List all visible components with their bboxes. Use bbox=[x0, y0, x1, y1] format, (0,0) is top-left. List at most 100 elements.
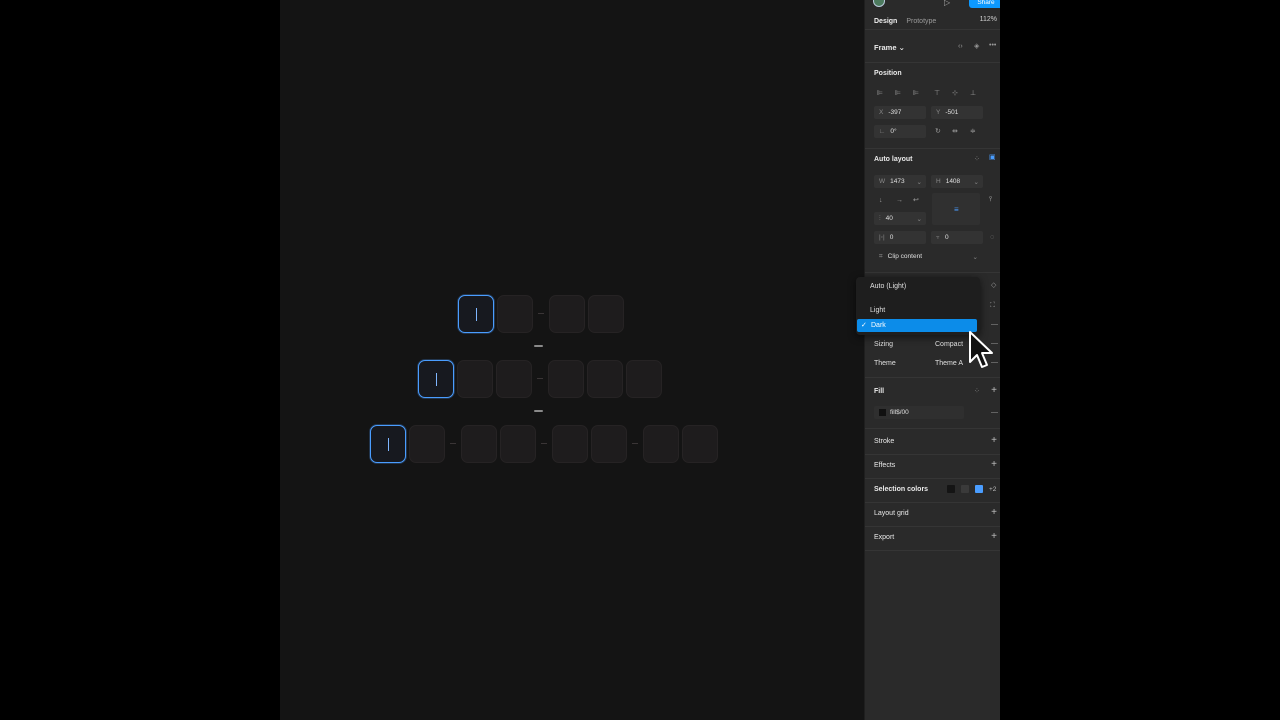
styles-icon[interactable]: ⁘ bbox=[974, 388, 980, 396]
gap-field[interactable]: ⫶ 40 ⌄ bbox=[874, 212, 926, 225]
tab-prototype[interactable]: Prototype bbox=[906, 18, 936, 25]
dropdown-item-light[interactable]: Light bbox=[856, 304, 976, 317]
design-canvas[interactable] bbox=[280, 0, 864, 720]
independent-padding-icon[interactable]: ◌ bbox=[990, 234, 994, 242]
dropdown-item-auto[interactable]: Auto (Light) bbox=[856, 280, 976, 293]
otp-cell[interactable] bbox=[643, 425, 679, 463]
flip-horizontal-icon[interactable]: ⇹ bbox=[952, 128, 958, 136]
rotation-field[interactable]: ∟ 0° bbox=[874, 125, 926, 138]
selection-colors-more[interactable]: +2 bbox=[989, 486, 996, 493]
variable-icon[interactable]: ◇ bbox=[991, 282, 996, 290]
padding-horizontal-field[interactable]: |◦| 0 bbox=[874, 231, 926, 244]
frame-header: Frame ⌄ bbox=[865, 41, 1000, 53]
selection-swatch[interactable] bbox=[975, 485, 983, 493]
add-stroke-icon[interactable]: + bbox=[991, 436, 997, 446]
otp-separator bbox=[535, 360, 545, 398]
clip-content-label: Clip content bbox=[887, 253, 922, 260]
y-key: Y bbox=[936, 109, 941, 116]
otp-cell[interactable] bbox=[457, 360, 493, 398]
align-left-icon[interactable]: ⊫ bbox=[877, 90, 883, 98]
align-bottom-icon[interactable]: ⊥ bbox=[970, 90, 976, 98]
otp-cell-active[interactable] bbox=[370, 425, 406, 463]
section-divider bbox=[865, 428, 1000, 429]
otp-cell[interactable] bbox=[682, 425, 718, 463]
otp-cell-active[interactable] bbox=[418, 360, 454, 398]
clip-content-select[interactable]: ⌗ Clip content ⌄ bbox=[874, 250, 982, 263]
direction-vertical-icon[interactable]: ↓ bbox=[879, 197, 883, 205]
more-icon[interactable]: ••• bbox=[989, 42, 996, 50]
otp-cell-active[interactable] bbox=[458, 295, 494, 333]
alignment-grid[interactable]: ≡ bbox=[932, 193, 980, 225]
alignment-center-icon: ≡ bbox=[954, 205, 959, 214]
theme-label: Theme bbox=[874, 360, 896, 367]
share-button[interactable]: Share bbox=[969, 0, 1000, 8]
auto-layout-toggle-icon[interactable]: ▣ bbox=[989, 154, 996, 162]
tab-design[interactable]: Design bbox=[874, 18, 897, 25]
otp-cell[interactable] bbox=[626, 360, 662, 398]
dropdown-item-dark[interactable]: ✓ Dark bbox=[857, 319, 977, 332]
theme-value[interactable]: Theme A bbox=[935, 360, 963, 367]
mode-dropdown-menu[interactable]: Auto (Light) Light ✓ Dark bbox=[856, 277, 980, 335]
present-icon[interactable]: ▷ bbox=[944, 0, 950, 7]
padding-vertical-field[interactable]: ⫟ 0 bbox=[931, 231, 983, 244]
chevron-down-icon[interactable]: ⌄ bbox=[974, 178, 979, 186]
effects-title: Effects bbox=[874, 462, 896, 469]
x-field[interactable]: X -397 bbox=[874, 106, 926, 119]
section-divider bbox=[865, 526, 1000, 527]
row-gap-marker bbox=[534, 345, 543, 347]
section-divider bbox=[865, 478, 1000, 479]
advanced-layout-icon[interactable]: ⫯ bbox=[989, 196, 992, 204]
otp-row-6[interactable] bbox=[418, 360, 665, 398]
mouse-cursor-icon bbox=[969, 331, 993, 368]
wrap-icon[interactable]: ↩ bbox=[913, 197, 919, 205]
otp-cell[interactable] bbox=[588, 295, 624, 333]
chevron-down-icon[interactable]: ⌄ bbox=[973, 253, 978, 261]
height-field[interactable]: H 1408 ⌄ bbox=[931, 175, 983, 188]
selection-swatch[interactable] bbox=[961, 485, 969, 493]
expand-icon[interactable]: ⛶ bbox=[990, 302, 995, 310]
direction-horizontal-icon[interactable]: → bbox=[896, 197, 903, 205]
frame-selector[interactable]: Frame ⌄ bbox=[874, 43, 905, 52]
y-field[interactable]: Y -501 bbox=[931, 106, 983, 119]
rotate-icon[interactable]: ↻ bbox=[935, 128, 941, 136]
add-fill-icon[interactable]: + bbox=[991, 386, 997, 396]
align-top-icon[interactable]: ⊤ bbox=[934, 90, 940, 98]
add-effect-icon[interactable]: + bbox=[991, 460, 997, 470]
otp-cell[interactable] bbox=[552, 425, 588, 463]
otp-cell[interactable] bbox=[497, 295, 533, 333]
remove-icon[interactable]: — bbox=[991, 321, 998, 329]
otp-cell[interactable] bbox=[461, 425, 497, 463]
otp-row-4[interactable] bbox=[458, 295, 627, 333]
add-export-icon[interactable]: + bbox=[991, 532, 997, 542]
otp-cell[interactable] bbox=[549, 295, 585, 333]
section-divider bbox=[865, 550, 1000, 551]
otp-row-8[interactable] bbox=[370, 425, 721, 463]
code-icon[interactable]: ‹› bbox=[958, 43, 963, 51]
otp-cell[interactable] bbox=[500, 425, 536, 463]
flip-vertical-icon[interactable]: ≑ bbox=[970, 128, 976, 136]
align-right-icon[interactable]: ⊫ bbox=[913, 90, 919, 98]
padding-horizontal-icon: |◦| bbox=[879, 234, 885, 241]
align-middle-icon[interactable]: ⊹ bbox=[952, 90, 958, 98]
add-layout-grid-icon[interactable]: + bbox=[991, 508, 997, 518]
align-center-h-icon[interactable]: ⊫ bbox=[895, 90, 901, 98]
selection-swatch[interactable] bbox=[947, 485, 955, 493]
chevron-down-icon[interactable]: ⌄ bbox=[917, 178, 922, 186]
section-divider bbox=[865, 502, 1000, 503]
sizing-value[interactable]: Compact bbox=[935, 341, 963, 348]
fill-swatch[interactable] bbox=[879, 409, 886, 416]
otp-cell[interactable] bbox=[548, 360, 584, 398]
zoom-level[interactable]: 112% bbox=[980, 16, 997, 23]
otp-cell[interactable] bbox=[496, 360, 532, 398]
otp-cell[interactable] bbox=[409, 425, 445, 463]
remove-fill-icon[interactable]: — bbox=[991, 409, 998, 417]
chevron-down-icon[interactable]: ⌄ bbox=[917, 215, 922, 223]
otp-cell[interactable] bbox=[587, 360, 623, 398]
fill-row[interactable]: fill$/00 bbox=[874, 406, 964, 419]
grid-icon[interactable]: ⁘ bbox=[974, 156, 980, 164]
layout-grid-title: Layout grid bbox=[874, 510, 909, 517]
otp-cell[interactable] bbox=[591, 425, 627, 463]
component-icon[interactable]: ◈ bbox=[974, 43, 979, 51]
width-field[interactable]: W 1473 ⌄ bbox=[874, 175, 926, 188]
avatar[interactable] bbox=[873, 0, 885, 7]
